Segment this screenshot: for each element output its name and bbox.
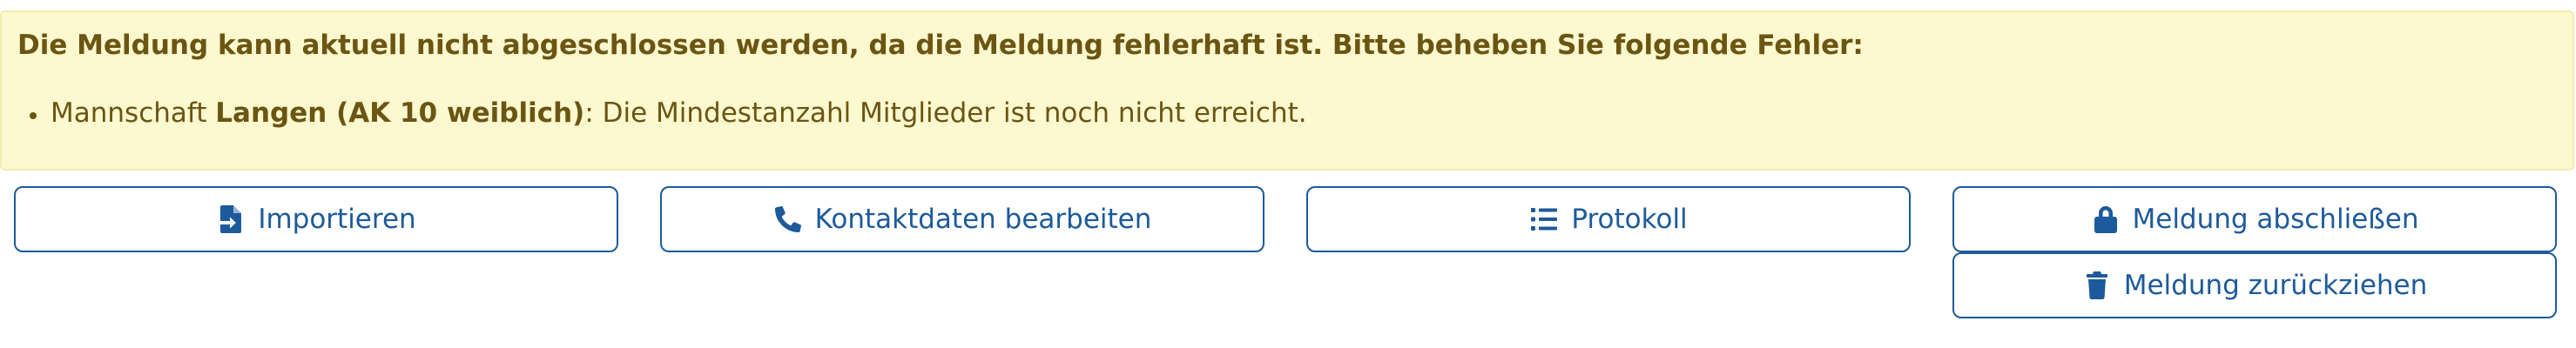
- alert-heading: Die Meldung kann aktuell nicht abgeschlo…: [17, 30, 1864, 61]
- trash-icon: [2082, 271, 2112, 300]
- edit-contact-button-label: Kontaktdaten bearbeiten: [814, 204, 1152, 235]
- error-list: Mannschaft Langen (AK 10 weiblich): Die …: [30, 97, 1307, 129]
- file-import-icon: [216, 204, 246, 234]
- phone-icon: [773, 204, 803, 234]
- import-button-label: Importieren: [258, 204, 416, 235]
- withdraw-report-button-label: Meldung zurückziehen: [2123, 270, 2428, 301]
- error-team-name: Langen (AK 10 weiblich): [215, 97, 585, 129]
- error-message: : Die Mindestanzahl Mitglieder ist noch …: [584, 97, 1307, 129]
- protocol-button-label: Protokoll: [1571, 204, 1688, 235]
- error-list-item: Mannschaft Langen (AK 10 weiblich): Die …: [30, 97, 1307, 129]
- error-alert: Die Meldung kann aktuell nicht abgeschlo…: [0, 10, 2574, 171]
- import-button[interactable]: Importieren: [14, 186, 618, 252]
- protocol-button[interactable]: Protokoll: [1306, 186, 1911, 252]
- finish-report-button[interactable]: Meldung abschließen: [1952, 186, 2557, 252]
- finish-report-button-label: Meldung abschließen: [2132, 204, 2419, 235]
- withdraw-report-button[interactable]: Meldung zurückziehen: [1952, 252, 2557, 318]
- error-prefix: Mannschaft: [51, 97, 216, 129]
- lock-icon: [2091, 204, 2121, 234]
- edit-contact-button[interactable]: Kontaktdaten bearbeiten: [660, 186, 1264, 252]
- list-icon: [1529, 204, 1559, 234]
